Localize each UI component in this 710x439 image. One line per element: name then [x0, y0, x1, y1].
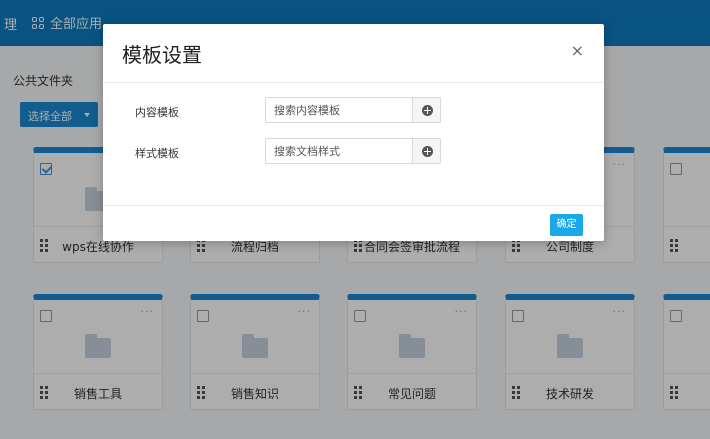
plus-circle-icon	[422, 146, 433, 157]
confirm-button[interactable]: 确定	[550, 214, 583, 236]
content-template-label: 内容模板	[135, 106, 179, 119]
style-template-group	[265, 138, 441, 164]
style-template-search-input[interactable]	[266, 139, 412, 163]
style-template-label: 样式模板	[135, 147, 179, 160]
template-settings-dialog: 模板设置 × 内容模板 样式模板 确定	[103, 24, 604, 241]
divider	[103, 205, 604, 206]
divider	[103, 82, 604, 83]
content-template-search-input[interactable]	[266, 98, 412, 122]
add-content-template-button[interactable]	[412, 98, 440, 122]
content-template-group	[265, 97, 441, 123]
close-icon[interactable]: ×	[571, 41, 584, 60]
dialog-title: 模板设置	[122, 43, 202, 67]
plus-circle-icon	[422, 105, 433, 116]
add-style-template-button[interactable]	[412, 139, 440, 163]
